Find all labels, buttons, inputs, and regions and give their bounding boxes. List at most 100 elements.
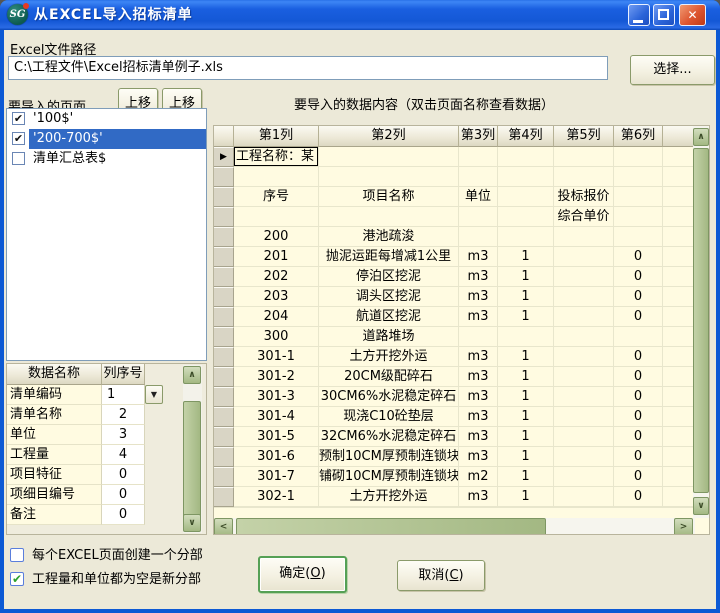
mapping-col-value[interactable]: 0 (102, 465, 145, 485)
grid-cell[interactable]: m3 (459, 407, 498, 427)
grid-header-col5[interactable]: 第5列 (554, 126, 614, 147)
grid-cell[interactable]: 0 (614, 287, 663, 307)
grid-cell[interactable] (459, 167, 498, 187)
grid-cell[interactable]: 铺砌10CM厚预制连锁块（含 (319, 467, 459, 487)
ok-button[interactable]: 确定(O) (258, 556, 347, 593)
grid-cell[interactable]: 1 (498, 407, 554, 427)
grid-cell[interactable]: 1 (498, 267, 554, 287)
grid-cell[interactable]: 1 (498, 307, 554, 327)
grid-cell[interactable]: 土方开挖外运 (319, 487, 459, 507)
grid-cell[interactable] (554, 447, 614, 467)
grid-cell[interactable] (554, 487, 614, 507)
grid-cell[interactable]: m3 (459, 267, 498, 287)
grid-cell[interactable]: m3 (459, 387, 498, 407)
grid-cell[interactable] (498, 207, 554, 227)
grid-cell[interactable]: 30CM6%水泥稳定碎石 (319, 387, 459, 407)
chevron-down-icon[interactable]: ▼ (145, 385, 163, 404)
grid-cell[interactable]: 0 (614, 267, 663, 287)
grid-cell[interactable] (498, 167, 554, 187)
grid-cell[interactable] (459, 207, 498, 227)
grid-cell[interactable]: 项目名称 (319, 187, 459, 207)
grid-cell[interactable] (614, 167, 663, 187)
grid-cell[interactable] (554, 327, 614, 347)
grid-cell-extra[interactable] (663, 427, 695, 447)
grid-cell[interactable]: m3 (459, 287, 498, 307)
grid-cell[interactable]: 投标报价 (554, 187, 614, 207)
grid-cell[interactable]: 301-3 (234, 387, 319, 407)
mapping-col-value[interactable]: 2 (102, 405, 145, 425)
scroll-up-icon[interactable]: ∧ (693, 128, 709, 146)
grid-cell[interactable]: m3 (459, 367, 498, 387)
grid-cell[interactable]: 301-5 (234, 427, 319, 447)
browse-button[interactable]: 选择... (630, 55, 715, 85)
grid-cell[interactable]: 300 (234, 327, 319, 347)
mapping-header-col-index[interactable]: 列序号 (102, 364, 145, 385)
sheet-checkbox[interactable]: ✔ (12, 132, 25, 145)
grid-cell[interactable] (614, 327, 663, 347)
mapping-col-value[interactable]: 1▼ (102, 385, 145, 405)
scroll-up-icon[interactable]: ∧ (183, 366, 201, 384)
grid-cell[interactable] (554, 287, 614, 307)
grid-cell[interactable] (554, 307, 614, 327)
grid-cell[interactable]: 土方开挖外运 (319, 347, 459, 367)
grid-cell[interactable]: 200 (234, 227, 319, 247)
grid-cell-extra[interactable] (663, 447, 695, 467)
grid-cell-extra[interactable] (663, 227, 695, 247)
grid-cell[interactable]: 序号 (234, 187, 319, 207)
grid-cell[interactable]: 调头区挖泥 (319, 287, 459, 307)
grid-header-col1[interactable]: 第1列 (234, 126, 319, 147)
grid-cell[interactable]: 预制10CM厚预制连锁块C60 (319, 447, 459, 467)
grid-cell[interactable] (614, 207, 663, 227)
grid-cell[interactable]: 综合单价 (554, 207, 614, 227)
grid-cell-extra[interactable] (663, 387, 695, 407)
grid-cell[interactable] (319, 147, 459, 167)
grid-cell-extra[interactable] (663, 327, 695, 347)
grid-cell[interactable]: 航道区挖泥 (319, 307, 459, 327)
grid-cell[interactable]: 0 (614, 407, 663, 427)
grid-cell[interactable]: m3 (459, 347, 498, 367)
grid-cell[interactable]: 1 (498, 287, 554, 307)
grid-cell[interactable]: m3 (459, 487, 498, 507)
grid-cell[interactable] (498, 227, 554, 247)
grid-header-col2[interactable]: 第2列 (319, 126, 459, 147)
scrollbar-thumb[interactable] (236, 518, 546, 535)
grid-cell[interactable]: 302-1 (234, 487, 319, 507)
grid-cell[interactable] (498, 187, 554, 207)
grid-cell[interactable] (459, 227, 498, 247)
grid-cell[interactable]: 单位 (459, 187, 498, 207)
grid-cell[interactable]: 0 (614, 307, 663, 327)
grid-cell[interactable]: 202 (234, 267, 319, 287)
maximize-button[interactable] (653, 4, 675, 26)
grid-cell[interactable]: 1 (498, 367, 554, 387)
grid-cell[interactable]: 301-6 (234, 447, 319, 467)
grid-cell[interactable]: m3 (459, 427, 498, 447)
grid-cell[interactable] (319, 207, 459, 227)
grid-cell[interactable] (554, 367, 614, 387)
close-button[interactable]: ✕ (679, 4, 706, 26)
grid-cell[interactable]: 抛泥运距每增减1公里 (319, 247, 459, 267)
grid-cell[interactable]: 0 (614, 487, 663, 507)
sheet-list-item[interactable]: 清单汇总表$ (7, 149, 206, 169)
grid-cell[interactable]: 1 (498, 347, 554, 367)
grid-cell[interactable] (459, 327, 498, 347)
grid-cell[interactable]: 1 (498, 427, 554, 447)
minimize-button[interactable] (628, 4, 650, 26)
grid-cell[interactable]: m3 (459, 447, 498, 467)
grid-cell[interactable] (498, 147, 554, 167)
grid-cell[interactable] (554, 167, 614, 187)
grid-cell[interactable]: 1 (498, 467, 554, 487)
grid-cell[interactable] (614, 227, 663, 247)
grid-cell-extra[interactable] (663, 307, 695, 327)
grid-cell[interactable] (498, 327, 554, 347)
grid-cell[interactable]: 301-2 (234, 367, 319, 387)
grid-cell-extra[interactable] (663, 467, 695, 487)
scroll-down-icon[interactable]: ∨ (183, 514, 201, 532)
grid-cell[interactable]: 现浇C10砼垫层 (319, 407, 459, 427)
grid-cell[interactable] (614, 147, 663, 167)
sheet-checkbox[interactable] (12, 152, 25, 165)
grid-cell[interactable]: 道路堆场 (319, 327, 459, 347)
grid-header-col4[interactable]: 第4列 (498, 126, 554, 147)
empty-qty-unit-new-section-checkbox[interactable]: ✔ (10, 572, 24, 586)
mapping-header-data-name[interactable]: 数据名称 (7, 364, 102, 385)
grid-cell[interactable]: 1 (498, 247, 554, 267)
